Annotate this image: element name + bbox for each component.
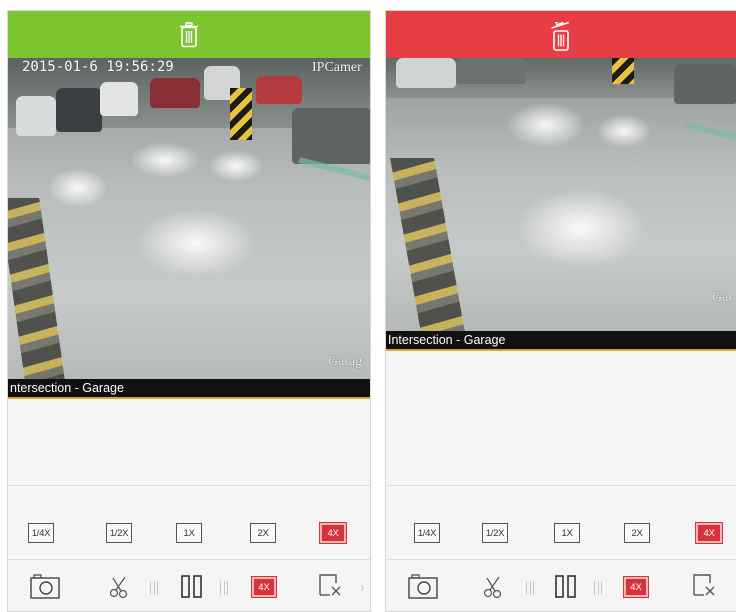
chevron-right-icon[interactable]: › [360, 579, 365, 595]
speed-selector: 1/4X 1/2X 1X 2X 4X [8, 505, 370, 565]
close-window-icon[interactable] [692, 573, 718, 599]
camera-icon[interactable] [30, 573, 60, 599]
speed-button-4x[interactable]: 4X [320, 523, 346, 543]
trash-icon[interactable] [179, 21, 199, 48]
camera-caption: Intersection - Garage [386, 331, 736, 349]
trash-open-icon[interactable] [551, 19, 571, 51]
osd-timestamp: 2015-01-6 19:56:29 [22, 59, 174, 75]
speed-button-quarter[interactable]: 1/4X [28, 523, 54, 543]
video-feed[interactable]: 2015-01-6 19:56:29 IPCamer Garag [8, 58, 370, 391]
speed-button-half[interactable]: 1/2X [482, 523, 508, 543]
playback-panel-right: Gar Intersection - Garage 1/4X 1/2X 1X 2… [385, 10, 736, 612]
camera-caption: ntersection - Garage [8, 379, 370, 397]
osd-location: Garag [328, 354, 363, 369]
playback-controls: 4X › [8, 563, 370, 611]
osd-location: Gar [712, 290, 733, 305]
video-feed-dragging[interactable]: Gar [386, 58, 736, 333]
scissors-icon[interactable] [482, 575, 506, 599]
speed-button-half[interactable]: 1/2X [106, 523, 132, 543]
speed-selector: 1/4X 1/2X 1X 2X 4X [386, 505, 736, 565]
rate-label: 4X [252, 577, 276, 597]
speed-button-4x[interactable]: 4X [696, 523, 722, 543]
pause-icon[interactable] [554, 573, 578, 599]
scissors-icon[interactable] [108, 575, 132, 599]
osd-camera-name: IPCamer [312, 60, 362, 75]
speed-button-1x[interactable]: 1X [176, 523, 202, 543]
playback-controls: 4X [386, 563, 736, 611]
speed-button-2x[interactable]: 2X [250, 523, 276, 543]
delete-drop-zone-active[interactable] [386, 11, 736, 58]
camera-icon[interactable] [408, 573, 438, 599]
speed-button-1x[interactable]: 1X [554, 523, 580, 543]
speed-button-2x[interactable]: 2X [624, 523, 650, 543]
pause-icon[interactable] [180, 573, 204, 599]
rate-label: 4X [624, 577, 648, 597]
playback-panel-left: 2015-01-6 19:56:29 IPCamer Garag ntersec… [7, 10, 371, 612]
close-window-icon[interactable] [318, 573, 344, 599]
speed-button-quarter[interactable]: 1/4X [414, 523, 440, 543]
playback-rate-indicator[interactable]: 4X [624, 577, 648, 597]
delete-drop-zone[interactable] [8, 11, 370, 58]
playback-rate-indicator[interactable]: 4X [252, 577, 276, 597]
